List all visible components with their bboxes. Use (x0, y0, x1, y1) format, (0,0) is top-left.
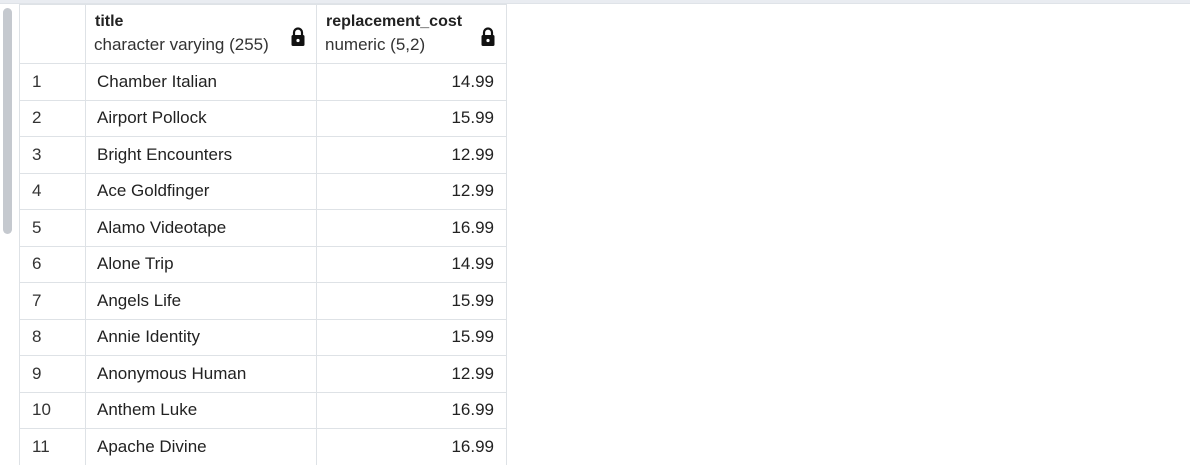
data-output-grid: title character varying (255) replacemen… (19, 4, 507, 465)
vertical-scrollbar[interactable] (0, 4, 14, 465)
column-type: numeric (5,2) (325, 35, 426, 54)
title-cell[interactable]: Angels Life (85, 282, 317, 319)
title-cell[interactable]: Anonymous Human (85, 355, 317, 392)
column-header-replacement-cost[interactable]: replacement_cost numeric (5,2) (316, 4, 507, 64)
title-cell[interactable]: Bright Encounters (85, 136, 317, 173)
replacement-cost-cell[interactable]: 16.99 (316, 209, 507, 246)
row-number[interactable]: 10 (19, 391, 86, 429)
header-row: title character varying (255) replacemen… (19, 4, 507, 64)
title-cell[interactable]: Alamo Videotape (85, 209, 317, 246)
table-row[interactable]: 1 Chamber Italian 14.99 (19, 63, 507, 100)
title-cell[interactable]: Alone Trip (85, 245, 317, 283)
table-row[interactable]: 5 Alamo Videotape 16.99 (19, 209, 507, 246)
table-row[interactable]: 6 Alone Trip 14.99 (19, 245, 507, 283)
title-cell[interactable]: Apache Divine (85, 428, 317, 465)
row-number[interactable]: 8 (19, 318, 86, 356)
query-results-viewport: title character varying (255) replacemen… (0, 0, 1190, 465)
row-number[interactable]: 6 (19, 245, 86, 283)
column-header-title[interactable]: title character varying (255) (85, 4, 317, 64)
replacement-cost-cell[interactable]: 16.99 (316, 428, 507, 465)
row-number[interactable]: 3 (19, 136, 86, 173)
replacement-cost-cell[interactable]: 14.99 (316, 63, 507, 100)
replacement-cost-cell[interactable]: 16.99 (316, 391, 507, 429)
lock-icon (291, 27, 305, 46)
replacement-cost-cell[interactable]: 12.99 (316, 136, 507, 173)
table-row[interactable]: 11 Apache Divine 16.99 (19, 428, 507, 465)
column-name: title (95, 13, 124, 30)
column-name: replacement_cost (326, 13, 463, 30)
table-row[interactable]: 9 Anonymous Human 12.99 (19, 355, 507, 392)
replacement-cost-cell[interactable]: 14.99 (316, 245, 507, 283)
replacement-cost-cell[interactable]: 15.99 (316, 282, 507, 319)
row-number[interactable]: 9 (19, 355, 86, 392)
title-cell[interactable]: Chamber Italian (85, 63, 317, 100)
column-type: character varying (255) (94, 35, 269, 54)
title-cell[interactable]: Anthem Luke (85, 391, 317, 429)
title-cell[interactable]: Annie Identity (85, 318, 317, 356)
replacement-cost-cell[interactable]: 15.99 (316, 318, 507, 356)
replacement-cost-cell[interactable]: 12.99 (316, 355, 507, 392)
title-cell[interactable]: Airport Pollock (85, 99, 317, 137)
table-row[interactable]: 8 Annie Identity 15.99 (19, 318, 507, 356)
row-number[interactable]: 4 (19, 172, 86, 210)
replacement-cost-cell[interactable]: 15.99 (316, 99, 507, 137)
lock-icon (481, 27, 495, 46)
row-number[interactable]: 7 (19, 282, 86, 319)
table-row[interactable]: 10 Anthem Luke 16.99 (19, 391, 507, 429)
table-row[interactable]: 3 Bright Encounters 12.99 (19, 136, 507, 173)
table-row[interactable]: 4 Ace Goldfinger 12.99 (19, 172, 507, 210)
row-number[interactable]: 11 (19, 428, 86, 465)
table-row[interactable]: 7 Angels Life 15.99 (19, 282, 507, 319)
replacement-cost-cell[interactable]: 12.99 (316, 172, 507, 210)
row-number[interactable]: 2 (19, 99, 86, 137)
scrollbar-thumb[interactable] (3, 8, 12, 234)
row-number[interactable]: 5 (19, 209, 86, 246)
table-row[interactable]: 2 Airport Pollock 15.99 (19, 99, 507, 137)
title-cell[interactable]: Ace Goldfinger (85, 172, 317, 210)
row-number[interactable]: 1 (19, 63, 86, 100)
row-number-header[interactable] (19, 4, 86, 64)
